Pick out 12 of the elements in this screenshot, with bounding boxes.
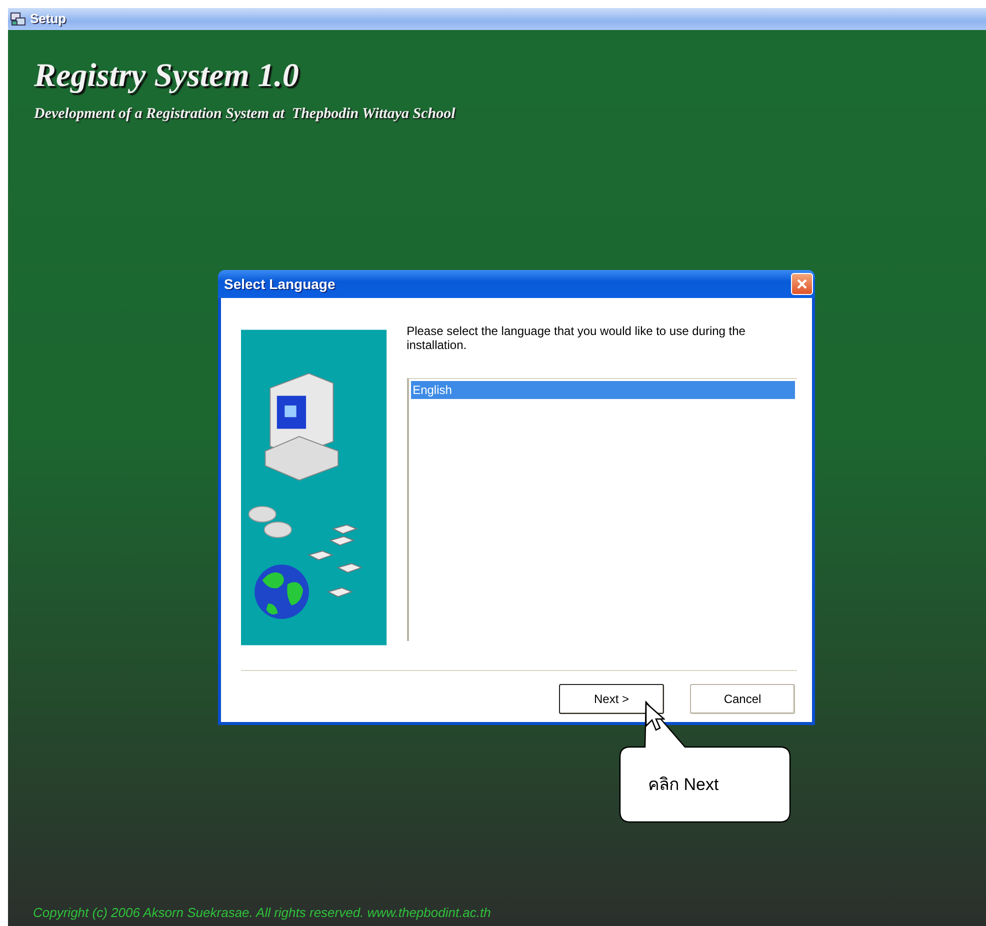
dialog-title: Select Language — [224, 274, 336, 294]
copyright-text: Copyright (c) 2006 Aksorn Suekrasae. All rights reserved. www.thepbodint.ac.th — [33, 904, 491, 922]
instruction-text: Please select the language that you would like to use during the installation. — [406, 325, 746, 353]
setup-icon — [10, 11, 26, 27]
default-dialog-button[interactable]: Next > — [559, 684, 664, 714]
dialog-button[interactable]: Cancel — [690, 684, 795, 714]
product-title: Registry System 1.0 — [34, 60, 299, 93]
close-icon — [796, 278, 808, 290]
callout-text: คลิก Next — [648, 774, 719, 796]
close-button[interactable] — [791, 273, 813, 295]
window-title: Setup — [30, 10, 66, 28]
product-subtitle: Development of a Registration System at Thepbodin Wittaya School — [34, 105, 456, 124]
